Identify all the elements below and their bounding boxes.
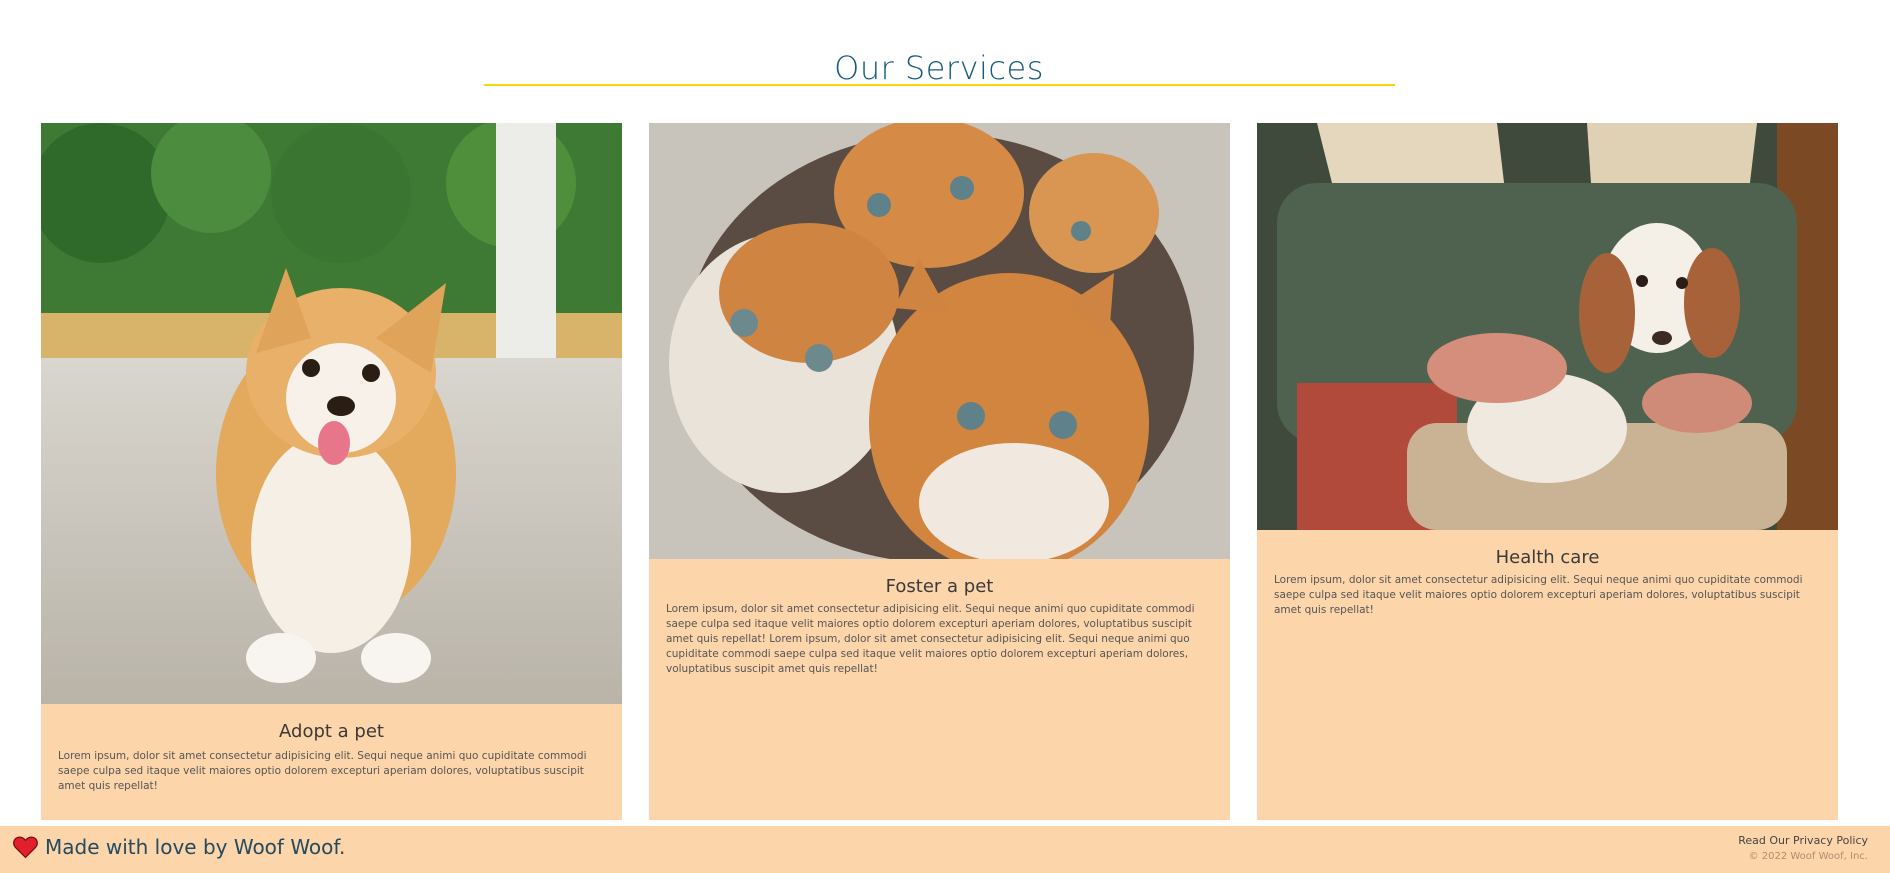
heart-icon: [13, 836, 38, 859]
copyright-text: © 2022 Woof Woof, Inc.: [1748, 851, 1868, 862]
service-title-adopt: Adopt a pet: [279, 721, 384, 742]
made-with-love-text: Made with love by Woof Woof.: [45, 835, 346, 859]
page-title: Our Services: [834, 49, 1044, 88]
service-card-foster[interactable]: Foster a pet Lorem ipsum, dolor sit amet…: [649, 123, 1230, 820]
service-description-foster: Lorem ipsum, dolor sit amet consectetur …: [666, 603, 1195, 675]
service-description-adopt: Lorem ipsum, dolor sit amet consectetur …: [58, 750, 587, 792]
kittens-photo: [649, 123, 1230, 559]
spaniel-puppy-lap-photo: [1257, 123, 1838, 530]
corgi-puppy-photo: [41, 123, 622, 704]
service-card-adopt[interactable]: Adopt a pet Lorem ipsum, dolor sit amet …: [41, 123, 622, 820]
service-description-health: Lorem ipsum, dolor sit amet consectetur …: [1274, 574, 1803, 616]
footer: Made with love by Woof Woof. Read Our Pr…: [0, 826, 1890, 873]
title-underline: [484, 84, 1395, 86]
service-card-health[interactable]: Health care Lorem ipsum, dolor sit amet …: [1257, 123, 1838, 820]
privacy-policy-link[interactable]: Read Our Privacy Policy: [1738, 834, 1868, 847]
service-title-foster: Foster a pet: [885, 576, 994, 597]
service-title-health: Health care: [1495, 547, 1600, 568]
